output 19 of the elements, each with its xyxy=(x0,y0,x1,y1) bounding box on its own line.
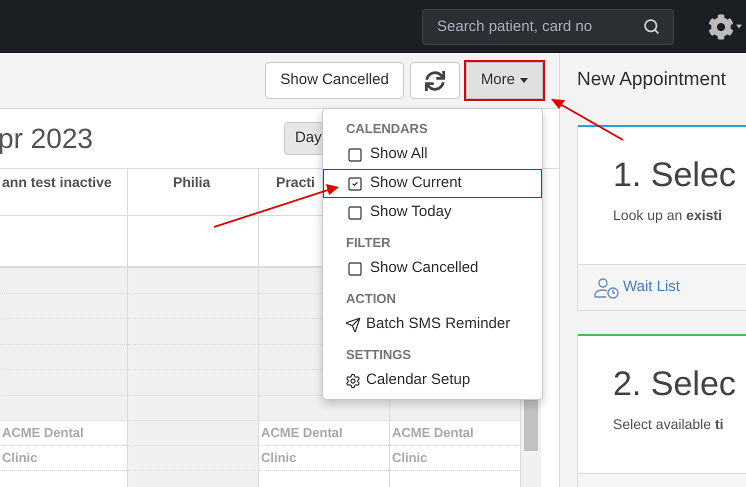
panel-title: New Appointment xyxy=(577,68,726,92)
calendar-cell-text: Clinic xyxy=(392,449,428,468)
calendar-cell-text: ACME Dental xyxy=(2,424,84,442)
column-header: Practi xyxy=(276,173,315,192)
calendar-cell-text: Clinic xyxy=(2,449,38,468)
menu-section-header: FILTER xyxy=(345,234,392,252)
calendar-cell-text: ACME Dental xyxy=(261,424,343,442)
step-title: 1. Selec xyxy=(613,155,736,195)
calendar-title: pr 2023 xyxy=(0,122,93,156)
menu-section-header: ACTION xyxy=(345,290,397,308)
calendar-cell-text: Clinic xyxy=(261,449,296,468)
column-header: ann test inactive xyxy=(2,173,112,192)
step-title: 2. Selec xyxy=(613,364,736,404)
column-header: Philia xyxy=(173,173,210,192)
menu-section-header: CALENDARS xyxy=(345,120,429,138)
step-description: Look up an existi xyxy=(613,206,723,225)
step-description: Select available ti xyxy=(613,415,725,434)
calendar-cell-text: ACME Dental xyxy=(392,424,474,442)
menu-section-header: SETTINGS xyxy=(345,346,412,364)
